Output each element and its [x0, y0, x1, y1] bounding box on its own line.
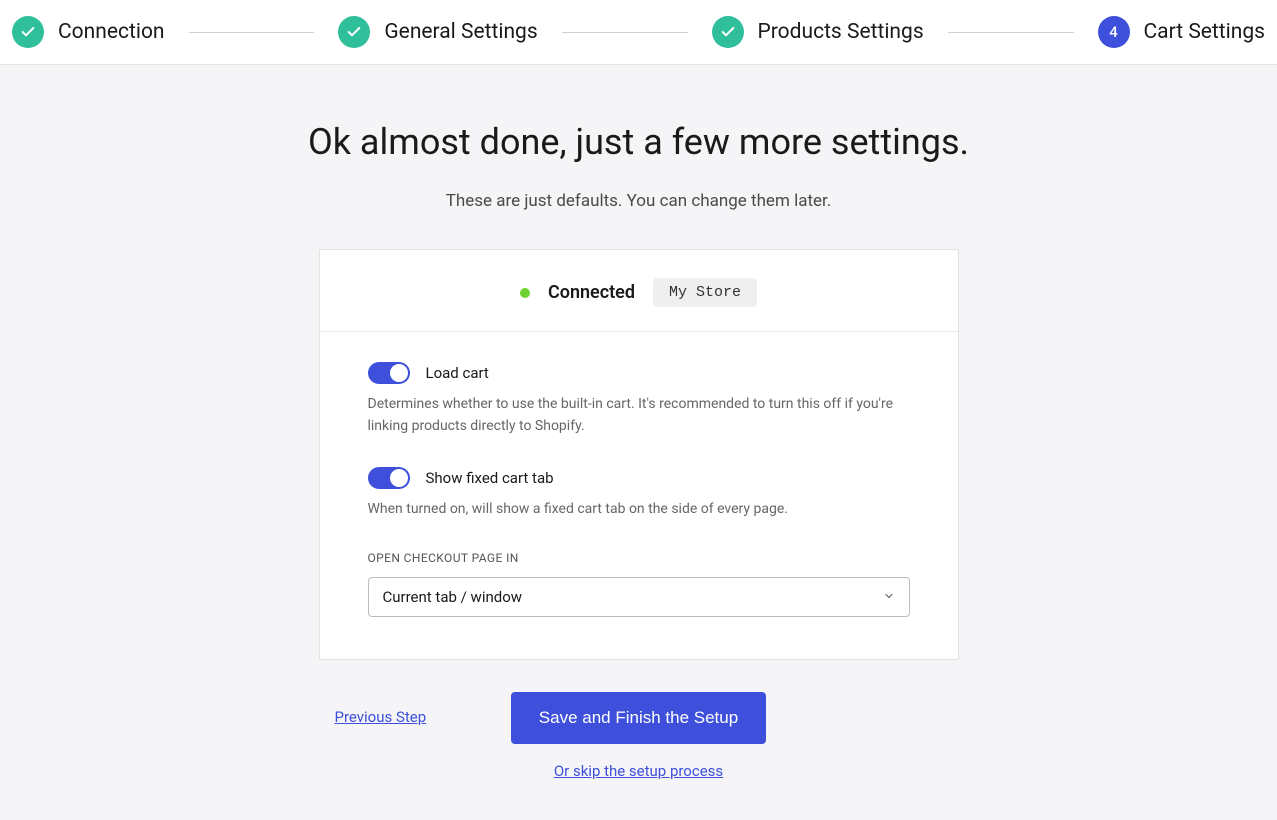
step-connection[interactable]: Connection: [12, 16, 165, 48]
setting-label: Show fixed cart tab: [426, 469, 554, 487]
setting-load-cart: Load cart Determines whether to use the …: [368, 362, 910, 437]
page-title: Ok almost done, just a few more settings…: [308, 121, 969, 163]
save-finish-button[interactable]: Save and Finish the Setup: [511, 692, 766, 744]
toggle-load-cart[interactable]: [368, 362, 410, 384]
step-cart-settings[interactable]: 4 Cart Settings: [1098, 16, 1265, 48]
check-icon: [712, 16, 744, 48]
stepper-divider: [948, 32, 1074, 33]
step-label: Cart Settings: [1144, 20, 1265, 44]
select-checkout-target[interactable]: Current tab / window: [368, 577, 910, 617]
stepper-divider: [189, 32, 315, 33]
chevron-down-icon: [883, 588, 895, 606]
setting-fixed-cart-tab: Show fixed cart tab When turned on, will…: [368, 467, 910, 521]
store-name-chip: My Store: [653, 278, 757, 307]
connection-status-header: Connected My Store: [320, 250, 958, 332]
select-value: Current tab / window: [383, 588, 523, 606]
status-dot-icon: [520, 288, 530, 298]
settings-card: Connected My Store Load cart Determines …: [319, 249, 959, 660]
main-content: Ok almost done, just a few more settings…: [0, 65, 1277, 820]
page-subtitle: These are just defaults. You can change …: [446, 191, 832, 211]
step-general-settings[interactable]: General Settings: [338, 16, 537, 48]
step-number-icon: 4: [1098, 16, 1130, 48]
field-label: OPEN CHECKOUT PAGE IN: [368, 551, 910, 565]
setting-description: When turned on, will show a fixed cart t…: [368, 499, 910, 521]
setting-checkout-target: OPEN CHECKOUT PAGE IN Current tab / wind…: [368, 551, 910, 617]
settings-card-body: Load cart Determines whether to use the …: [320, 332, 958, 659]
step-label: Connection: [58, 20, 165, 44]
stepper-divider: [562, 32, 688, 33]
toggle-fixed-cart-tab[interactable]: [368, 467, 410, 489]
setup-stepper: Connection General Settings Products Set…: [0, 0, 1277, 65]
step-label: General Settings: [384, 20, 537, 44]
setting-label: Load cart: [426, 364, 489, 382]
check-icon: [12, 16, 44, 48]
status-label: Connected: [548, 282, 635, 303]
previous-step-link[interactable]: Previous Step: [335, 708, 427, 726]
check-icon: [338, 16, 370, 48]
step-label: Products Settings: [758, 20, 924, 44]
step-products-settings[interactable]: Products Settings: [712, 16, 924, 48]
setting-description: Determines whether to use the built-in c…: [368, 394, 910, 437]
skip-setup-link[interactable]: Or skip the setup process: [554, 762, 723, 780]
footer-actions: Previous Step Save and Finish the Setup …: [319, 692, 959, 780]
